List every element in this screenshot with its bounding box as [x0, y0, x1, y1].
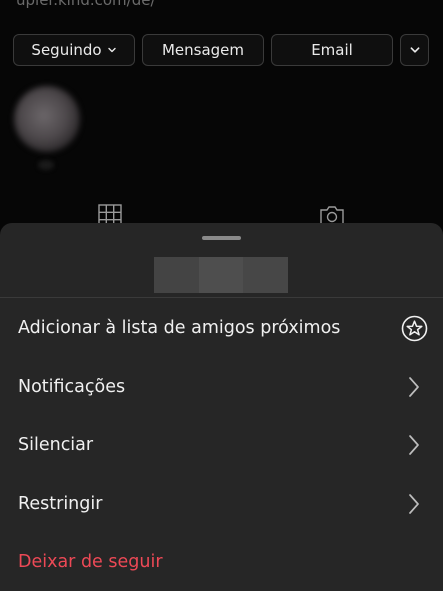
- menu-item-restrict[interactable]: Restringir: [0, 475, 443, 533]
- highlight-avatar-shadow: [38, 160, 54, 170]
- chevron-right-icon: [409, 435, 419, 455]
- star-circle-icon: [401, 315, 427, 341]
- action-sheet: Adicionar à lista de amigos próximos Not…: [0, 223, 443, 591]
- menu-item-close-friends[interactable]: Adicionar à lista de amigos próximos: [0, 299, 443, 357]
- profile-action-buttons: Seguindo Mensagem Email: [13, 34, 429, 66]
- menu-item-label: Notificações: [18, 377, 126, 397]
- email-button-label: Email: [311, 41, 353, 59]
- menu-item-label: Restringir: [18, 494, 103, 514]
- chevron-down-icon: [107, 47, 116, 53]
- menu-item-label: Adicionar à lista de amigos próximos: [18, 318, 341, 338]
- message-button-label: Mensagem: [161, 41, 245, 59]
- menu-item-unfollow[interactable]: Deixar de seguir: [0, 533, 443, 591]
- profile-link[interactable]: upler.kind.com/de/: [16, 0, 156, 9]
- grid-icon[interactable]: [98, 204, 122, 224]
- menu-item-label: Silenciar: [18, 435, 94, 455]
- email-button[interactable]: Email: [271, 34, 393, 66]
- following-button[interactable]: Seguindo: [13, 34, 135, 66]
- more-options-button[interactable]: [400, 34, 429, 66]
- camera-icon[interactable]: [319, 204, 345, 224]
- menu-item-mute[interactable]: Silenciar: [0, 416, 443, 474]
- chevron-right-icon: [409, 377, 419, 397]
- redacted-username: [154, 257, 289, 293]
- highlight-avatar[interactable]: [14, 86, 80, 152]
- sheet-divider: [0, 297, 443, 298]
- following-button-label: Seguindo: [31, 41, 102, 59]
- unfollow-label: Deixar de seguir: [18, 552, 163, 572]
- chevron-down-icon: [410, 47, 419, 53]
- message-button[interactable]: Mensagem: [142, 34, 264, 66]
- chevron-right-icon: [409, 494, 419, 514]
- sheet-drag-handle[interactable]: [202, 236, 241, 240]
- menu-item-notifications[interactable]: Notificações: [0, 358, 443, 416]
